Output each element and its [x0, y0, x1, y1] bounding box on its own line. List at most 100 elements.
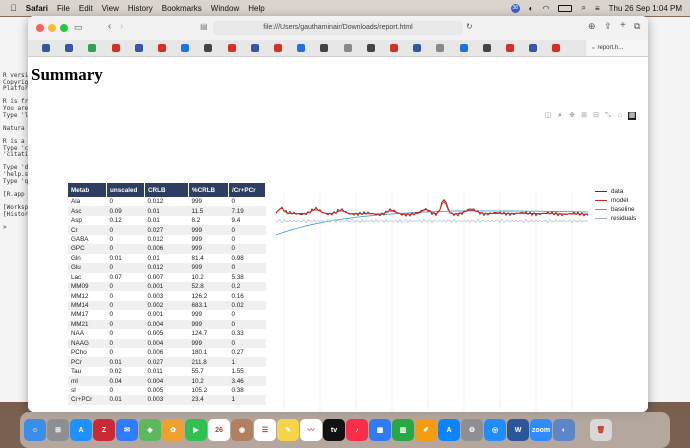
dock-trash-icon[interactable]: 🗑 — [590, 419, 612, 441]
reload-icon[interactable]: ↻ — [466, 22, 473, 31]
camera-icon[interactable]: ◫ — [544, 112, 552, 120]
battery-icon[interactable] — [558, 4, 573, 12]
legend-item-baseline[interactable]: baseline — [595, 205, 636, 214]
clock[interactable]: Thu 26 Sep 1:04 PM — [609, 4, 682, 13]
siri-icon[interactable]: ≡ — [595, 4, 600, 13]
dock-system-settings-icon[interactable]: ⚙ — [461, 419, 483, 441]
browser-tab[interactable] — [407, 42, 427, 54]
zoom-in-icon[interactable]: ⊞ — [580, 112, 588, 120]
autoscale-icon[interactable]: ⤡ — [604, 112, 612, 120]
table-cell: 55.7 — [191, 368, 204, 376]
browser-tab[interactable] — [129, 42, 149, 54]
plotly-logo-icon[interactable]: ▦ — [628, 112, 636, 120]
dock-numbers-icon[interactable]: ▥ — [392, 419, 414, 441]
browser-tab[interactable] — [523, 42, 543, 54]
dock-launchpad-icon[interactable]: ⊞ — [47, 419, 69, 441]
browser-tab[interactable] — [291, 42, 311, 54]
home-icon[interactable]: ⌂ — [616, 112, 624, 120]
browser-tab[interactable] — [59, 42, 79, 54]
downloads-icon[interactable]: ⊕ — [588, 21, 596, 32]
spotlight-icon[interactable]: ⌕ — [581, 3, 585, 13]
browser-tab[interactable] — [546, 42, 566, 54]
table-cell: 0.02 — [109, 368, 122, 376]
dock-freeform-icon[interactable]: 〰 — [300, 419, 322, 441]
table-cell: 0.02 — [228, 300, 266, 311]
browser-tab[interactable] — [222, 42, 242, 54]
close-window-button[interactable] — [36, 24, 44, 32]
browser-tab[interactable] — [454, 42, 474, 54]
zoom-window-button[interactable] — [60, 24, 68, 32]
browser-tab[interactable] — [338, 42, 358, 54]
browser-tab[interactable] — [175, 42, 195, 54]
dock-word-icon[interactable]: W — [507, 419, 529, 441]
share-icon[interactable]: ⇪ — [604, 21, 612, 32]
menu-file[interactable]: File — [57, 4, 70, 13]
dock-notes-icon[interactable]: ✎ — [277, 419, 299, 441]
legend-item-residuals[interactable]: residuals — [595, 214, 636, 223]
new-tab-icon[interactable]: + — [620, 20, 626, 31]
table-cell: 0.07 — [109, 273, 122, 281]
tab-overview-icon[interactable]: ⧉ — [634, 21, 640, 32]
dock-app-store-icon[interactable]: A — [70, 419, 92, 441]
dock-photos-icon[interactable]: ✿ — [162, 419, 184, 441]
wifi-icon[interactable]: ◠ — [542, 4, 549, 13]
browser-tab[interactable] — [152, 42, 172, 54]
browser-tab[interactable] — [314, 42, 334, 54]
legend-item-model[interactable]: model — [595, 196, 636, 205]
table-cell: 0.004 — [144, 338, 189, 348]
browser-tab[interactable] — [36, 42, 56, 54]
table-cell: 0 — [106, 244, 145, 254]
dock-app-store-2-icon[interactable]: A — [438, 419, 460, 441]
forward-button-icon[interactable]: › — [120, 21, 123, 32]
browser-tab[interactable] — [500, 42, 520, 54]
menu-edit[interactable]: Edit — [79, 4, 93, 13]
dock-reminders-icon[interactable]: ☰ — [254, 419, 276, 441]
dock-safari-icon[interactable]: ◎ — [484, 419, 506, 441]
dock-calendar-icon[interactable]: 26 — [208, 419, 230, 441]
dock-pages-icon[interactable]: ✐ — [415, 419, 437, 441]
tab-active-report[interactable]: ▫ report.h... — [586, 40, 648, 56]
menu-help[interactable]: Help — [248, 4, 264, 13]
browser-tab[interactable] — [82, 42, 102, 54]
table-cell: 0 — [231, 311, 236, 319]
sidebar-toggle-icon[interactable]: ▭ — [74, 22, 83, 33]
dock-maps-icon[interactable]: ◈ — [139, 419, 161, 441]
menu-app-name[interactable]: Safari — [26, 4, 48, 13]
browser-tab[interactable] — [430, 42, 450, 54]
spectrum-plot[interactable] — [274, 193, 594, 412]
dock-contacts-icon[interactable]: ◉ — [231, 419, 253, 441]
menu-history[interactable]: History — [128, 4, 153, 13]
dock-preview-icon[interactable]: ◐ — [553, 419, 575, 441]
control-center-icon[interactable]: ◐ — [529, 4, 534, 13]
address-bar[interactable]: file:///Users/gauthaminair/Downloads/rep… — [213, 21, 463, 35]
vpn-icon[interactable]: 38 — [510, 3, 520, 13]
menu-view[interactable]: View — [102, 4, 119, 13]
browser-tab[interactable] — [477, 42, 497, 54]
browser-tab[interactable] — [198, 42, 218, 54]
menu-window[interactable]: Window — [211, 4, 239, 13]
dock-finder-icon[interactable]: ☺ — [24, 419, 46, 441]
browser-tab[interactable] — [384, 42, 404, 54]
zoom-icon[interactable]: ⌕ — [556, 112, 564, 120]
dock-tv-icon[interactable]: tv — [323, 419, 345, 441]
table-cell: 0.001 — [144, 281, 189, 292]
favicon-icon — [343, 44, 352, 52]
pan-icon[interactable]: ✥ — [568, 112, 576, 120]
dock-mail-icon[interactable]: ✉ — [116, 419, 138, 441]
browser-tab[interactable] — [268, 42, 288, 54]
zoom-out-icon[interactable]: ⊟ — [592, 112, 600, 120]
browser-tab[interactable] — [361, 42, 381, 54]
dock-facetime-icon[interactable]: ▶ — [185, 419, 207, 441]
dock-keynote-icon[interactable]: ▦ — [369, 419, 391, 441]
dock-zoom-icon[interactable]: zoom — [530, 419, 552, 441]
favicon-icon — [250, 44, 259, 52]
browser-tab[interactable] — [245, 42, 265, 54]
browser-tab[interactable] — [106, 42, 126, 54]
minimize-window-button[interactable] — [48, 24, 56, 32]
back-button-icon[interactable]: ‹ — [108, 21, 111, 32]
apple-menu-icon[interactable]:  — [10, 3, 17, 13]
dock-zotero-icon[interactable]: Z — [93, 419, 115, 441]
menu-bookmarks[interactable]: Bookmarks — [162, 4, 202, 13]
legend-item-data[interactable]: data — [595, 187, 636, 196]
dock-music-icon[interactable]: ♪ — [346, 419, 368, 441]
